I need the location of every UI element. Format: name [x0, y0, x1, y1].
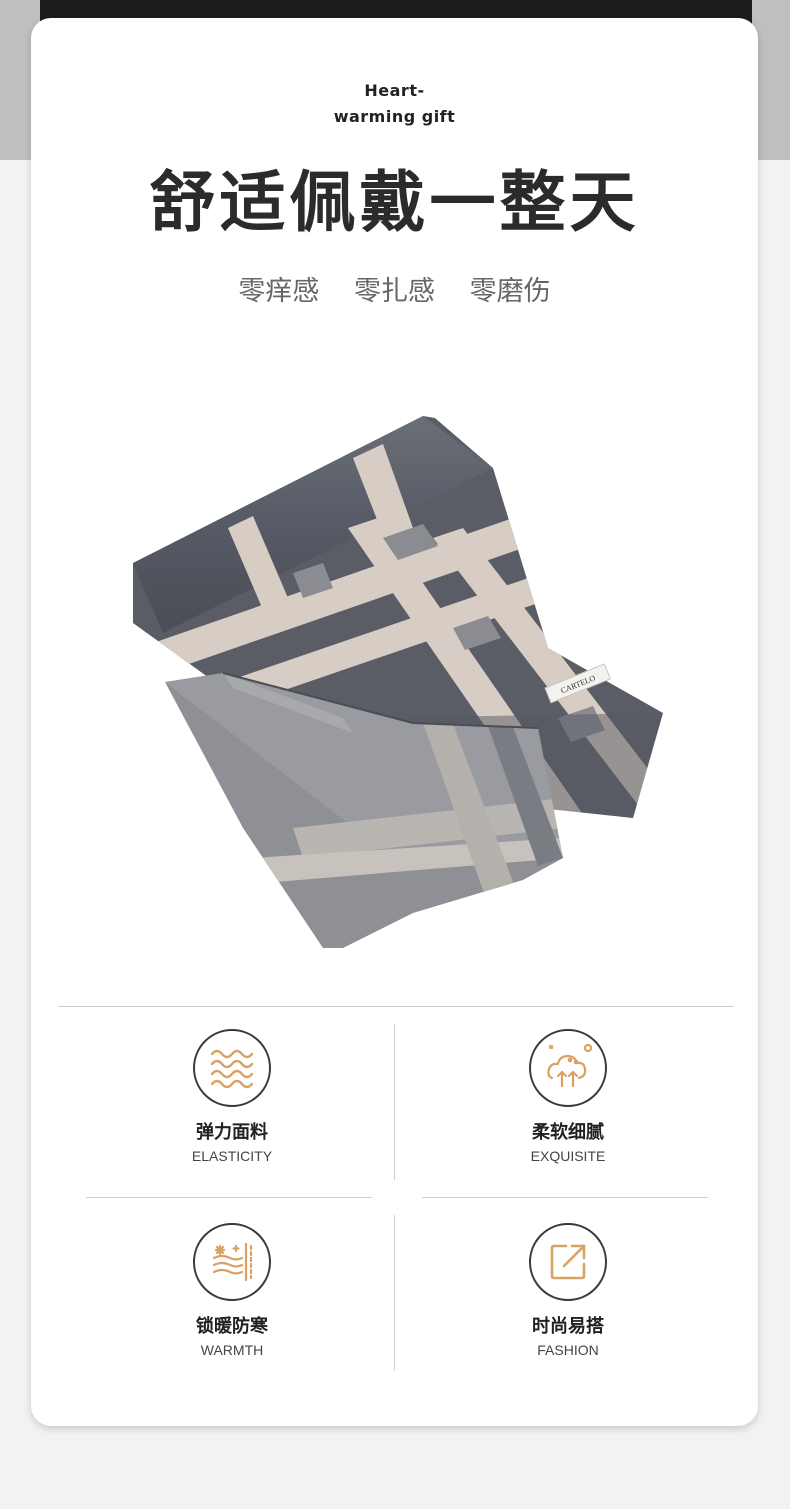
feature-icon-frame: [529, 1223, 607, 1301]
features-mid-divider-left: [86, 1197, 372, 1198]
scarf-product-image: CARTELO: [133, 416, 663, 948]
feature-icon-frame: [193, 1029, 271, 1107]
wave-icon: [210, 1049, 254, 1089]
feature-subtitle: ELASTICITY: [191, 1148, 273, 1164]
tagline-line-1: Heart-: [364, 81, 425, 100]
feature-subtitle: FASHION: [537, 1342, 599, 1358]
features-top-divider: [58, 1006, 734, 1007]
features-center-divider-top: [394, 1024, 395, 1180]
feature-icon-frame: [193, 1223, 271, 1301]
page-title: 舒适佩戴一整天: [149, 164, 640, 241]
feature-title: 柔软细腻: [532, 1122, 604, 1143]
feature-fashion: 时尚易搭 FASHION: [418, 1223, 718, 1359]
wind-snow-icon: [212, 1242, 253, 1282]
feature-elasticity: 弹力面料 ELASTICITY: [82, 1029, 382, 1165]
content-card: Heart- warming gift 舒适佩戴一整天 零痒感 零扎感 零磨伤: [31, 18, 758, 1426]
tagline: Heart- warming gift: [31, 78, 758, 130]
subpoint-no-prick: 零扎感: [354, 276, 435, 307]
feature-title: 锁暖防寒: [196, 1316, 268, 1337]
feature-title: 时尚易搭: [532, 1316, 604, 1337]
feature-subtitle: EXQUISITE: [530, 1148, 606, 1164]
feature-icon-frame: [529, 1029, 607, 1107]
share-arrow-icon: [550, 1244, 586, 1280]
feature-warmth: 锁暖防寒 WARMTH: [82, 1223, 382, 1359]
subpoint-no-itch: 零痒感: [238, 276, 320, 307]
features-mid-divider-right: [422, 1197, 708, 1198]
subpoint-no-abrasion: 零磨伤: [469, 276, 551, 307]
feature-subtitle: WARMTH: [200, 1342, 264, 1358]
cotton-cloud-icon: [547, 1043, 593, 1088]
feature-exquisite: 柔软细腻 EXQUISITE: [418, 1029, 718, 1165]
feature-title: 弹力面料: [196, 1122, 268, 1143]
tagline-line-2: warming gift: [333, 107, 456, 126]
features-center-divider-bottom: [394, 1215, 395, 1371]
subpoints: 零痒感 零扎感 零磨伤: [31, 274, 758, 310]
